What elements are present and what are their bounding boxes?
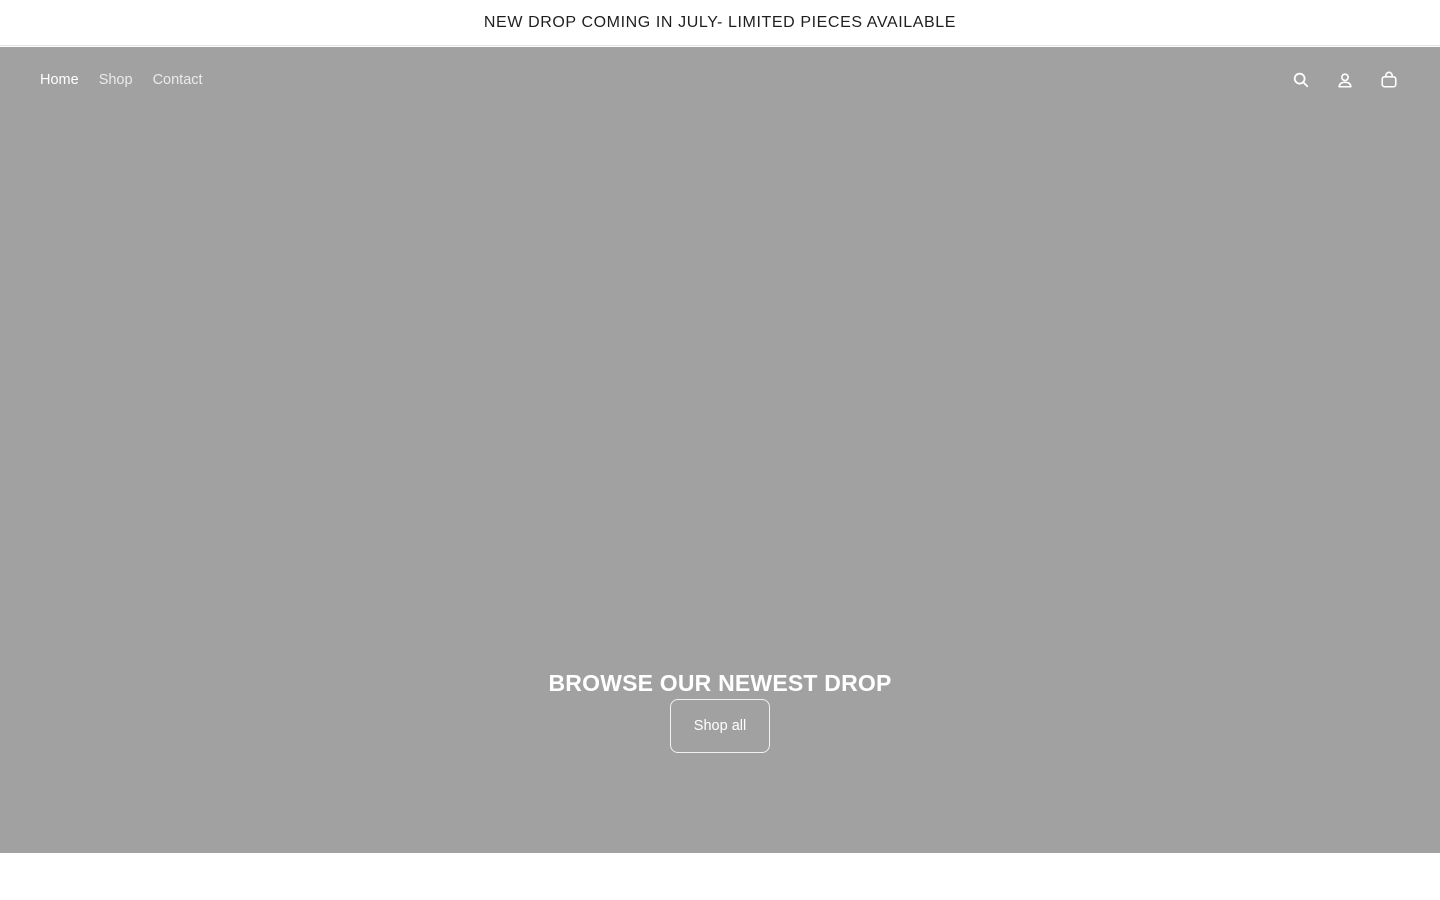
announcement-text: NEW DROP COMING IN JULY- LIMITED PIECES … [483,13,957,31]
site-header: Home Shop Contact [0,47,1440,113]
search-icon[interactable] [1290,69,1312,91]
announcement-bar: NEW DROP COMING IN JULY- LIMITED PIECES … [0,0,1440,46]
main-nav: Home Shop Contact [40,47,203,113]
hero-banner: Home Shop Contact BROWSE OUR NEWEST DROP… [0,47,1440,853]
nav-link-shop[interactable]: Shop [99,72,133,88]
shop-all-button[interactable]: Shop all [670,699,770,754]
hero-content: BROWSE OUR NEWEST DROP Shop all [0,667,1440,754]
header-icons [1290,47,1400,113]
cart-icon[interactable] [1378,69,1400,91]
nav-link-home[interactable]: Home [40,72,79,88]
account-icon[interactable] [1334,69,1356,91]
page-content-below [0,853,1440,900]
nav-link-contact[interactable]: Contact [153,72,203,88]
hero-title: BROWSE OUR NEWEST DROP [548,670,892,696]
